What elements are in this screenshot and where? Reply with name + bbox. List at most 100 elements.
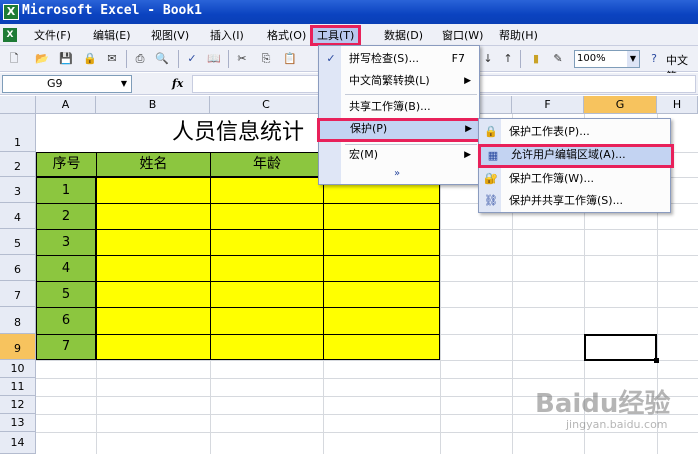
row-header-1[interactable]: 1 (0, 114, 36, 152)
zoom-select[interactable]: 100% ▼ (574, 50, 640, 68)
excel-doc-icon[interactable]: X (3, 28, 17, 42)
spelling-icon[interactable]: ✓ (184, 51, 200, 67)
active-cell-g9[interactable] (584, 334, 659, 363)
drawing-icon[interactable]: ✎ (550, 51, 566, 67)
row-header-5[interactable]: 5 (0, 229, 36, 255)
gridline (36, 432, 698, 433)
cell-border (96, 281, 440, 282)
toolbar-divider (178, 50, 179, 68)
number-cell[interactable]: 2 (36, 203, 96, 230)
menu-file[interactable]: 文件(F) (30, 27, 75, 44)
menu-edit[interactable]: 编辑(E) (89, 27, 135, 44)
menu-item-protect-sheet[interactable]: 🔒 保护工作表(P)... (479, 121, 670, 143)
menu-item-protect-share-workbook[interactable]: ⛓ 保护并共享工作簿(S)... (479, 190, 670, 212)
expand-menu-icon[interactable]: » (389, 167, 405, 181)
menu-view[interactable]: 视图(V) (147, 27, 193, 44)
chevron-down-icon[interactable]: ▼ (627, 51, 639, 67)
open-icon[interactable]: 📂 (34, 51, 50, 67)
number-cell[interactable]: 7 (36, 334, 96, 360)
watermark-logo: Baidu经验 (535, 389, 671, 419)
column-header-f[interactable]: F (512, 96, 584, 114)
cut-icon[interactable]: ✂ (234, 51, 250, 67)
menu-data[interactable]: 数据(D) (380, 27, 427, 44)
cell-border (96, 255, 440, 256)
header-cell-age[interactable]: 年龄 (210, 152, 324, 177)
menu-item-label: 共享工作簿(B)... (349, 100, 431, 113)
save-icon[interactable]: 💾 (58, 51, 74, 67)
row-header-7[interactable]: 7 (0, 281, 36, 307)
research-icon[interactable]: 📖 (206, 51, 222, 67)
menu-item-allow-edit-ranges[interactable]: ▦ 允许用户编辑区域(A)... (478, 144, 674, 168)
row-header-8[interactable]: 8 (0, 307, 36, 334)
menu-format[interactable]: 格式(O) (263, 27, 310, 44)
menu-item-macro[interactable]: 宏(M) ▶ (319, 144, 479, 166)
row-header-6[interactable]: 6 (0, 255, 36, 281)
help-icon[interactable]: ? (646, 51, 662, 67)
row-header-13[interactable]: 13 (0, 414, 36, 432)
title-bar: X Microsoft Excel - Book1 (0, 0, 698, 24)
row-header-12[interactable]: 12 (0, 396, 36, 414)
column-header-h[interactable]: H (657, 96, 698, 114)
number-cell[interactable]: 3 (36, 229, 96, 256)
submenu-arrow-icon: ▶ (465, 124, 472, 134)
column-header-c[interactable]: C (210, 96, 323, 114)
cell-border (96, 307, 440, 308)
menu-item-label: 宏(M) (349, 148, 379, 161)
edit-range-icon: ▦ (487, 149, 499, 162)
cell-border (323, 177, 324, 360)
paste-icon[interactable]: 📋 (282, 51, 298, 67)
menu-item-label: 保护工作表(P)... (509, 125, 590, 138)
name-box[interactable]: G9 ▼ (2, 75, 132, 93)
chevron-down-icon[interactable]: ▼ (117, 76, 131, 92)
column-header-a[interactable]: A (36, 96, 96, 114)
toolbar-divider (228, 50, 229, 68)
lock-workbook-icon: 🔐 (484, 172, 498, 185)
number-cell[interactable]: 1 (36, 177, 96, 204)
number-cell[interactable]: 5 (36, 281, 96, 308)
protection-submenu: 🔒 保护工作表(P)... ▦ 允许用户编辑区域(A)... 🔐 保护工作簿(W… (478, 118, 674, 213)
menu-item-spelling[interactable]: ✓ 拼写检查(S)... F7 (319, 48, 479, 70)
row-header-11[interactable]: 11 (0, 378, 36, 396)
cell-border (96, 203, 440, 204)
sort-ascending-icon[interactable]: ↓ (480, 51, 496, 67)
menu-tools[interactable]: 工具(T) (310, 25, 362, 46)
menu-help[interactable]: 帮助(H) (495, 27, 542, 44)
select-all-corner[interactable] (0, 96, 36, 114)
menu-item-label: 保护(P) (350, 122, 388, 135)
header-cell-number[interactable]: 序号 (36, 152, 97, 177)
number-cell[interactable]: 4 (36, 255, 96, 282)
menu-item-chinese-conversion[interactable]: 中文简繁转换(L) ▶ (319, 70, 479, 92)
sort-descending-icon[interactable]: ↑ (500, 51, 516, 67)
print-icon[interactable]: ⎙ (132, 51, 148, 67)
cell-border (210, 177, 211, 360)
menu-item-label: 允许用户编辑区域(A)... (511, 148, 626, 161)
permission-icon[interactable]: 🔒 (82, 51, 98, 67)
row-header-2[interactable]: 2 (0, 152, 36, 177)
chart-wizard-icon[interactable]: ▮ (528, 51, 544, 67)
fx-icon[interactable]: fx (172, 77, 183, 90)
row-header-4[interactable]: 4 (0, 203, 36, 229)
email-icon[interactable]: ✉ (104, 51, 120, 67)
column-header-b[interactable]: B (96, 96, 210, 114)
excel-app-icon: X (3, 4, 19, 20)
row-header-3[interactable]: 3 (0, 177, 36, 203)
copy-icon[interactable]: ⎘ (258, 51, 274, 67)
menu-item-protect-workbook[interactable]: 🔐 保护工作簿(W)... (479, 168, 670, 190)
new-icon[interactable]: 🗋 (6, 51, 22, 67)
menu-insert[interactable]: 插入(I) (206, 27, 248, 44)
data-entry-range[interactable] (96, 177, 440, 360)
row-header-14[interactable]: 14 (0, 432, 36, 454)
submenu-arrow-icon: ▶ (464, 150, 471, 160)
menu-item-label: 保护并共享工作簿(S)... (509, 194, 624, 207)
print-preview-icon[interactable]: 🔍 (154, 51, 170, 67)
menu-item-share-workbook[interactable]: 共享工作簿(B)... (319, 96, 479, 118)
share-lock-icon: ⛓ (484, 194, 498, 207)
row-header-9[interactable]: 9 (0, 334, 36, 360)
menu-item-protection[interactable]: 保护(P) ▶ (317, 118, 483, 142)
number-cell[interactable]: 6 (36, 307, 96, 335)
menu-window[interactable]: 窗口(W) (438, 27, 487, 44)
row-header-10[interactable]: 10 (0, 360, 36, 378)
lock-sheet-icon: 🔒 (484, 125, 498, 138)
column-header-g[interactable]: G (584, 96, 657, 114)
header-cell-name[interactable]: 姓名 (96, 152, 211, 177)
